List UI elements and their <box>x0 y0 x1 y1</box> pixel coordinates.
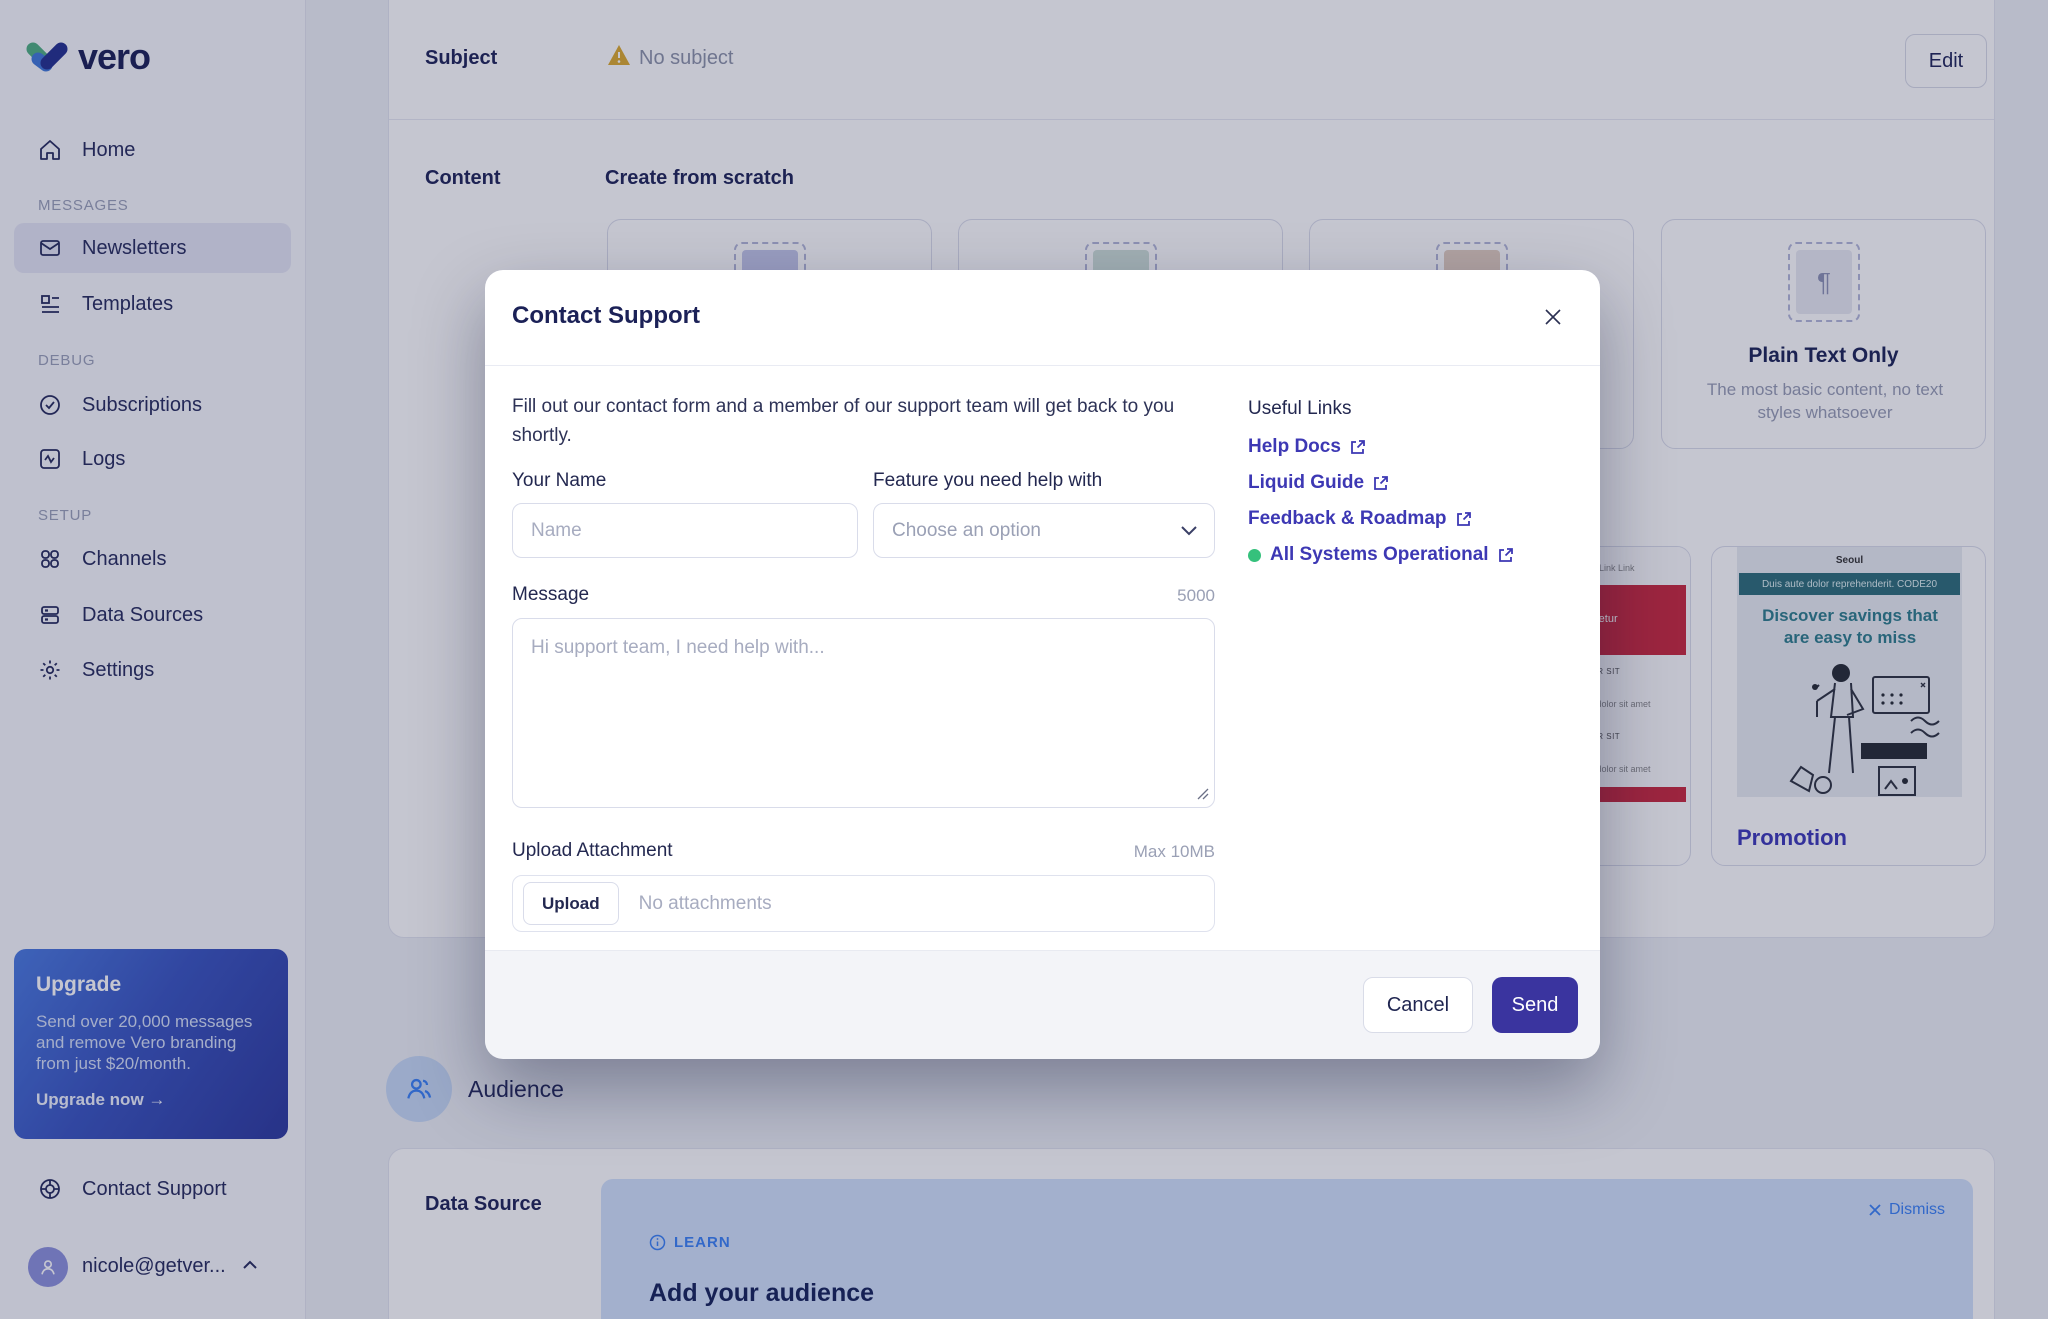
contact-support-modal: Contact Support Fill out our contact for… <box>485 270 1600 1058</box>
feature-select[interactable]: Choose an option <box>873 503 1215 558</box>
liquid-guide-link[interactable]: Liquid Guide <box>1248 472 1389 494</box>
feature-select-value: Choose an option <box>892 520 1041 542</box>
name-input[interactable] <box>512 503 858 558</box>
useful-links-heading: Useful Links <box>1248 398 1352 420</box>
upload-dropzone[interactable]: Upload No attachments <box>512 875 1215 932</box>
close-icon <box>1543 307 1563 327</box>
modal-intro-text: Fill out our contact form and a member o… <box>512 392 1212 450</box>
feature-field-label: Feature you need help with <box>873 470 1102 492</box>
external-link-icon <box>1498 547 1514 563</box>
resize-handle[interactable] <box>1197 788 1209 800</box>
status-dot <box>1248 549 1261 562</box>
modal-footer: Cancel Send <box>485 950 1600 1059</box>
send-button[interactable]: Send <box>1492 977 1578 1033</box>
cancel-button[interactable]: Cancel <box>1363 977 1473 1033</box>
feedback-roadmap-link[interactable]: Feedback & Roadmap <box>1248 508 1472 530</box>
chevron-down-icon <box>1180 525 1198 536</box>
modal-title: Contact Support <box>512 302 700 330</box>
system-status-link[interactable]: All Systems Operational <box>1248 544 1514 566</box>
app-window: vero Home MESSAGES Newsletters Templates… <box>0 0 2048 1319</box>
upload-max-label: Max 10MB <box>512 842 1215 862</box>
char-counter: 5000 <box>512 586 1215 606</box>
divider <box>485 365 1600 366</box>
external-link-icon <box>1456 511 1472 527</box>
help-docs-link[interactable]: Help Docs <box>1248 436 1366 458</box>
name-field-label: Your Name <box>512 470 606 492</box>
message-textarea[interactable] <box>512 618 1215 808</box>
upload-empty-text: No attachments <box>639 893 772 915</box>
upload-button[interactable]: Upload <box>523 882 619 925</box>
external-link-icon <box>1373 475 1389 491</box>
external-link-icon <box>1350 439 1366 455</box>
close-button[interactable] <box>1538 302 1568 332</box>
